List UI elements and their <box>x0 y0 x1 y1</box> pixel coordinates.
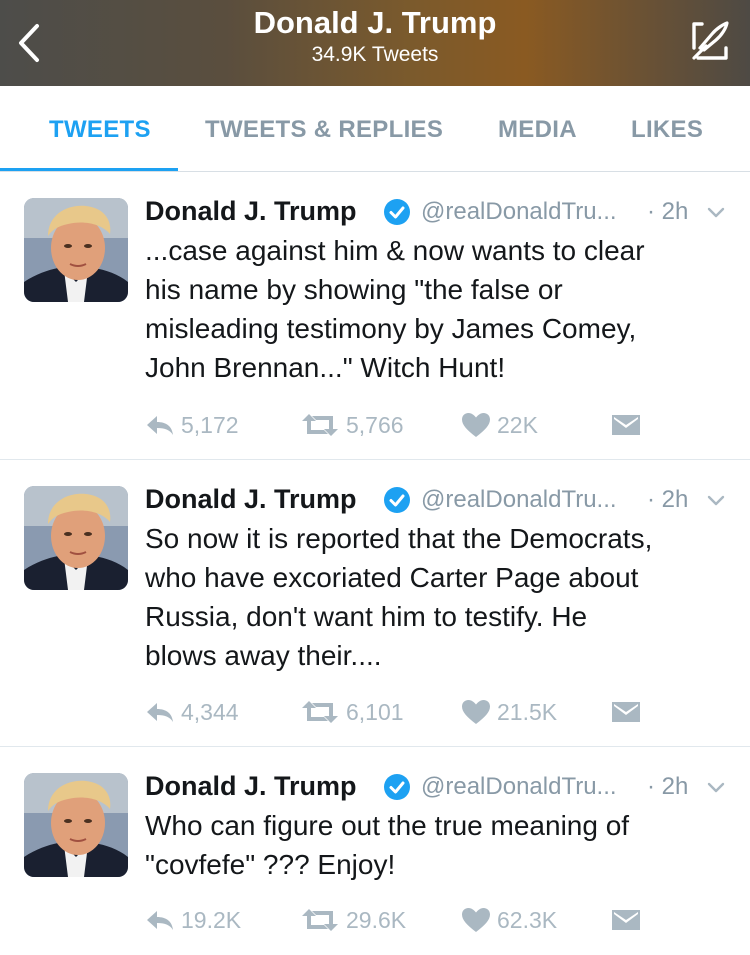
envelope-icon <box>612 702 640 722</box>
tweet-timestamp[interactable]: · 2h <box>647 198 688 226</box>
tweet-actions: 19.2K 29.6K 62.3K <box>145 904 705 936</box>
retweet-button[interactable]: 6,101 <box>300 696 404 728</box>
tweet-header: Donald J. Trump @realDonaldTru... · 2h <box>145 767 732 807</box>
heart-icon <box>462 700 490 724</box>
like-count: 21.5K <box>497 698 558 725</box>
tweet-actions: 5,172 5,766 22K <box>145 409 705 441</box>
compose-quill-icon[interactable] <box>686 18 732 64</box>
envelope-icon <box>612 910 640 930</box>
chevron-down-icon[interactable] <box>705 202 727 224</box>
reply-button[interactable]: 19.2K <box>145 904 241 936</box>
retweet-button[interactable]: 5,766 <box>300 409 404 441</box>
like-count: 22K <box>497 411 538 438</box>
like-count: 62.3K <box>497 906 558 933</box>
tweet-header: Donald J. Trump @realDonaldTru... · 2h <box>145 480 732 520</box>
tweet-timestamp[interactable]: · 2h <box>647 773 688 801</box>
reply-count: 4,344 <box>181 698 239 725</box>
tweet-author-handle[interactable]: @realDonaldTru... <box>421 773 617 801</box>
direct-message-button[interactable] <box>611 904 647 936</box>
reply-button[interactable]: 5,172 <box>145 409 239 441</box>
profile-header: Donald J. Trump 34.9K Tweets <box>0 0 750 86</box>
reply-icon <box>147 416 173 435</box>
verified-badge-icon <box>384 774 410 800</box>
heart-icon <box>462 908 490 932</box>
reply-icon <box>147 911 173 930</box>
tab-media[interactable]: MEDIA <box>498 116 577 144</box>
chevron-down-icon[interactable] <box>705 490 727 512</box>
tweet-actions <box>145 293 705 325</box>
reply-count: 19.2K <box>181 906 242 933</box>
tweet-author-name[interactable]: Donald J. Trump <box>145 484 357 515</box>
reply-icon <box>147 703 173 722</box>
tweet-count: 34.9K Tweets <box>311 43 439 66</box>
profile-tabs: TWEETS TWEETS & REPLIES MEDIA LIKES <box>0 86 750 172</box>
retweet-icon <box>302 701 338 723</box>
reply-count: 5,172 <box>181 411 239 438</box>
retweet-button[interactable]: 29.6K <box>300 904 406 936</box>
reply-button[interactable]: 4,344 <box>145 696 239 728</box>
envelope-icon <box>612 415 640 435</box>
tab-tweets-and-replies[interactable]: TWEETS & REPLIES <box>205 116 443 144</box>
tab-likes[interactable]: LIKES <box>631 116 703 144</box>
like-button[interactable]: 22K <box>461 409 538 441</box>
active-tab-indicator <box>0 168 178 171</box>
verified-badge-icon <box>384 487 410 513</box>
tweet-author-handle[interactable]: @realDonaldTru... <box>421 486 617 514</box>
verified-badge-icon <box>384 199 410 225</box>
tweet-text: So now it is reported that the Democrats… <box>145 523 653 671</box>
retweet-count: 29.6K <box>346 906 407 933</box>
like-button[interactable]: 62.3K <box>461 904 557 936</box>
like-button[interactable]: 21.5K <box>461 696 557 728</box>
heart-icon <box>462 413 490 437</box>
retweet-icon <box>302 414 338 436</box>
direct-message-button[interactable] <box>611 409 647 441</box>
retweet-count: 6,101 <box>346 698 404 725</box>
tab-tweets[interactable]: TWEETS <box>49 116 151 144</box>
profile-title: Donald J. Trump <box>253 5 497 40</box>
chevron-down-icon[interactable] <box>705 777 727 799</box>
avatar[interactable] <box>24 773 128 877</box>
avatar[interactable] <box>24 486 128 590</box>
tweet-actions: 4,344 6,101 21.5K <box>145 696 705 728</box>
avatar[interactable] <box>24 198 128 302</box>
tweet-timestamp[interactable]: · 2h <box>647 486 688 514</box>
retweet-icon <box>302 909 338 931</box>
direct-message-button[interactable] <box>611 696 647 728</box>
tweet-author-handle[interactable]: @realDonaldTru... <box>421 198 617 226</box>
tweet-header: Donald J. Trump @realDonaldTru... · 2h <box>145 192 732 232</box>
tweet-author-name[interactable]: Donald J. Trump <box>145 771 357 802</box>
tweet-text: Who can figure out the true meaning of "… <box>145 810 630 880</box>
tweet-author-name[interactable]: Donald J. Trump <box>145 196 357 227</box>
retweet-count: 5,766 <box>346 411 404 438</box>
